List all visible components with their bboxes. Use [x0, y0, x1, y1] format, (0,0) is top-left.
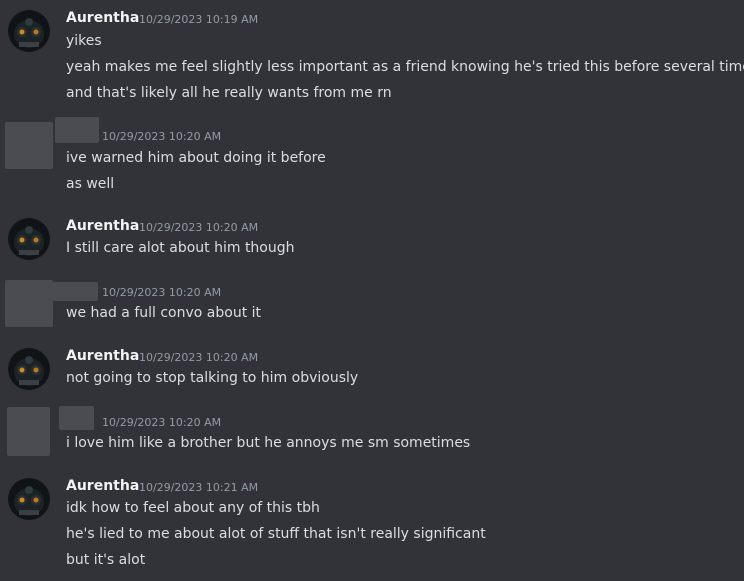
redacted-author — [59, 406, 94, 430]
message-author[interactable]: Aurentha — [66, 347, 139, 365]
message-timestamp: 10/29/2023 10:20 AM — [102, 416, 222, 429]
message-author[interactable]: Aurentha — [66, 9, 139, 27]
message-author[interactable]: Aurentha — [66, 477, 139, 495]
message-timestamp: 10/29/2023 10:19 AM — [139, 13, 259, 26]
message-text: but it's alot — [66, 552, 146, 568]
message-timestamp: 10/29/2023 10:20 AM — [139, 351, 259, 364]
robot-avatar-icon[interactable] — [8, 218, 50, 260]
message-author[interactable]: Aurentha — [66, 217, 139, 235]
message-text: he's lied to me about alot of stuff that… — [66, 526, 486, 542]
redacted-avatar — [7, 407, 50, 456]
message-text: yeah makes me feel slightly less importa… — [66, 59, 744, 75]
robot-avatar-icon[interactable] — [8, 478, 50, 520]
robot-avatar-icon[interactable] — [8, 348, 50, 390]
message-text: and that's likely all he really wants fr… — [66, 85, 392, 101]
redacted-avatar — [5, 122, 53, 169]
robot-avatar-icon[interactable] — [8, 10, 50, 52]
message-text: not going to stop talking to him obvious… — [66, 370, 359, 386]
message-timestamp: 10/29/2023 10:20 AM — [102, 130, 222, 143]
message-text: i love him like a brother but he annoys … — [66, 435, 471, 451]
chat-message-list[interactable]: Aurentha 10/29/2023 10:19 AM yikes yeah … — [0, 0, 744, 581]
message-text: ive warned him about doing it before — [66, 150, 326, 166]
message-timestamp: 10/29/2023 10:20 AM — [102, 286, 222, 299]
message-text: idk how to feel about any of this tbh — [66, 500, 320, 516]
message-text: yikes — [66, 33, 102, 49]
message-text: as well — [66, 176, 115, 192]
message-text: we had a full convo about it — [66, 305, 262, 321]
message-text: I still care alot about him though — [66, 240, 295, 256]
redacted-author — [55, 117, 99, 143]
redacted-author — [46, 282, 98, 301]
message-timestamp: 10/29/2023 10:20 AM — [139, 221, 259, 234]
message-timestamp: 10/29/2023 10:21 AM — [139, 481, 259, 494]
